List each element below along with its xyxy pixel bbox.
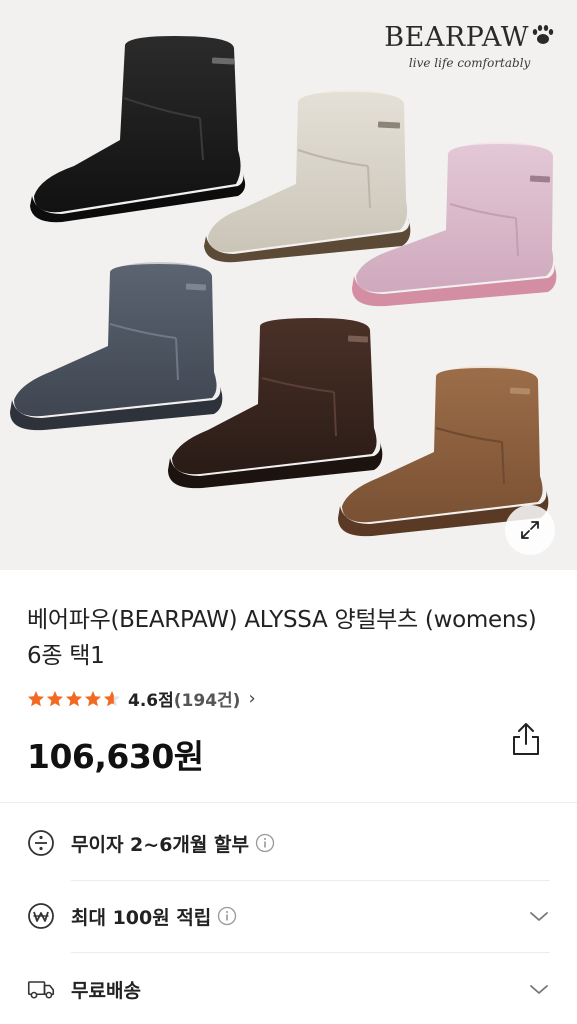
brand-logo: BEARPAW live life comfortably <box>384 22 555 70</box>
benefit-label: 최대 100원 적립 <box>71 906 212 929</box>
review-count: (194건) <box>173 691 241 711</box>
boot-black <box>30 36 246 223</box>
rating-score: 4.6점 <box>128 691 174 711</box>
star-icon <box>47 690 63 706</box>
chevron-down-icon[interactable] <box>528 905 550 927</box>
section-divider <box>0 802 577 803</box>
installment-icon <box>27 829 55 857</box>
share-icon <box>513 723 539 755</box>
boot-slate <box>10 262 223 431</box>
rating-summary[interactable]: 4.6점 (194건) › <box>27 686 256 711</box>
info-icon[interactable] <box>255 833 275 853</box>
boots-product-photo <box>10 36 557 537</box>
share-button[interactable] <box>509 720 543 760</box>
product-title: 베어파우(BEARPAW) ALYSSA 양털부츠 (womens) 6종 택1 <box>27 607 537 669</box>
paw-icon <box>531 23 555 54</box>
star-icon <box>85 690 101 706</box>
brand-tagline: live life comfortably <box>408 56 531 70</box>
truck-icon <box>27 975 55 1003</box>
star-icon <box>28 690 44 706</box>
benefit-label: 무료배송 <box>71 979 141 1002</box>
benefit-label: 무이자 2~6개월 할부 <box>71 833 249 856</box>
product-price: 106,630원 <box>27 737 204 776</box>
star-rating <box>27 690 122 708</box>
benefit-shipping[interactable]: 무료배송 <box>27 954 550 1024</box>
star-icon <box>104 690 120 706</box>
won-coin-icon <box>27 902 55 930</box>
benefit-points[interactable]: 최대 100원 적립 <box>27 881 550 951</box>
product-image-gallery[interactable]: BEARPAW live life comfortably <box>0 0 577 570</box>
star-icon <box>66 690 82 706</box>
brand-name: BEARPAW <box>384 22 529 53</box>
row-divider <box>71 952 550 953</box>
expand-image-button[interactable] <box>505 505 555 555</box>
chevron-down-icon[interactable] <box>528 978 550 1000</box>
info-icon[interactable] <box>217 906 237 926</box>
expand-icon <box>521 521 539 539</box>
chevron-right-icon: › <box>248 688 256 709</box>
benefit-installment[interactable]: 무이자 2~6개월 할부 <box>27 808 550 878</box>
